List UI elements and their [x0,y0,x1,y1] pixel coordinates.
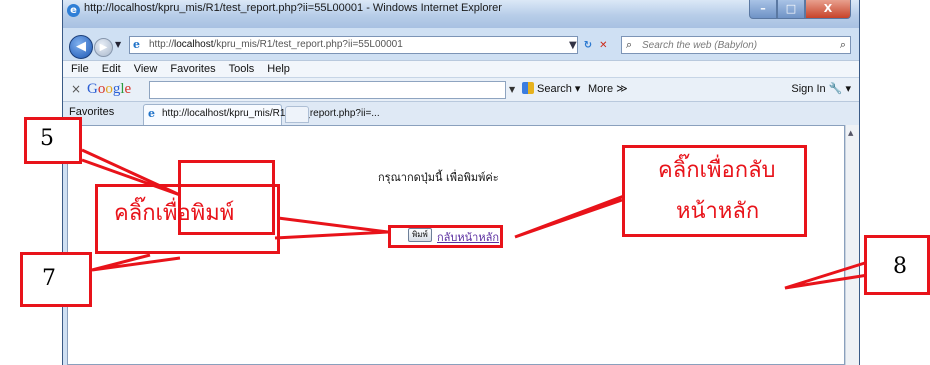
google-search-icon [522,82,534,94]
menu-bar: File Edit View Favorites Tools Help [63,60,859,77]
title-bar: e http://localhost/kpru_mis/R1/test_repo… [63,0,859,28]
google-toolbar: × Google ▼ Search ▾ More ≫ Sign In 🔧 ▾ [63,77,859,102]
toolbar-close-icon[interactable]: × [71,82,81,96]
print-prompt-text: กรุณากดปุ่มนี้ เพื่อพิมพ์ค่ะ [378,171,499,184]
forward-button[interactable]: ▶ [94,38,113,57]
search-go-icon[interactable]: ⌕ [840,38,846,52]
minimize-button[interactable]: – [749,0,777,19]
menu-file[interactable]: File [71,61,89,77]
google-more-button[interactable]: More ≫ [588,82,628,95]
google-search-input[interactable] [149,81,506,99]
vertical-scrollbar[interactable]: ▲ [845,125,859,365]
menu-help[interactable]: Help [267,61,290,77]
window-title: http://localhost/kpru_mis/R1/test_report… [84,2,502,14]
print-label-text: คลิ๊กเพื่อพิมพ์ [114,201,235,226]
callout-number-7: 7 [42,266,56,291]
close-button[interactable]: X [805,0,851,19]
search-icon: ⌕ [626,38,633,51]
scroll-up-arrow-icon[interactable]: ▲ [848,129,853,137]
wrench-icon: 🔧 [828,83,843,95]
refresh-icon[interactable]: ↻ [584,40,592,51]
search-box[interactable]: ⌕ Search the web (Babylon) ⌕ [621,36,851,54]
address-buttons: ▼ ↻ ✕ [569,36,607,54]
search-placeholder[interactable]: Search the web (Babylon) [642,40,757,51]
browser-tab[interactable]: e http://localhost/kpru_mis/R1/test_repo… [143,104,380,125]
google-logo: Google [87,81,132,97]
google-dropdown-icon[interactable]: ▼ [509,85,515,94]
stop-icon[interactable]: ✕ [599,40,607,51]
ie-logo-icon: e [67,4,80,17]
recent-pages-dropdown-icon[interactable]: ▼ [115,40,121,49]
menu-edit[interactable]: Edit [102,61,121,77]
favorites-bar: Favorites e http://localhost/kpru_mis/R1… [63,101,859,126]
maximize-button[interactable]: □ [777,0,805,19]
callout-number-8: 8 [893,254,907,279]
tab-page-icon: e [148,107,155,120]
google-sign-in-button[interactable]: Sign In 🔧 ▾ [791,82,851,95]
google-search-button[interactable]: Search ▾ [522,82,580,95]
callout-box-7 [20,252,92,307]
new-tab-button[interactable] [285,106,309,123]
window-controls: – □ X [749,0,851,19]
back-label-text-line1: คลิ๊กเพื่อกลับ [658,158,776,183]
callout-number-5: 5 [40,126,54,151]
page-icon: e [133,38,140,51]
tab-title: http://localhost/kpru_mis/R1/test_report… [162,108,380,119]
address-url[interactable]: http://localhost/kpru_mis/R1/test_report… [149,39,403,50]
menu-favorites[interactable]: Favorites [170,61,215,77]
navigation-bar: ◀ ▶ ▼ e http://localhost/kpru_mis/R1/tes… [63,28,859,60]
address-dropdown-icon[interactable]: ▼ [569,40,577,51]
back-button[interactable]: ◀ [69,35,93,59]
menu-view[interactable]: View [134,61,158,77]
back-label-text-line2: หน้าหลัก [676,199,760,224]
print-controls-highlight [388,225,503,248]
menu-tools[interactable]: Tools [229,61,255,77]
address-bar[interactable]: e http://localhost/kpru_mis/R1/test_repo… [129,36,578,54]
